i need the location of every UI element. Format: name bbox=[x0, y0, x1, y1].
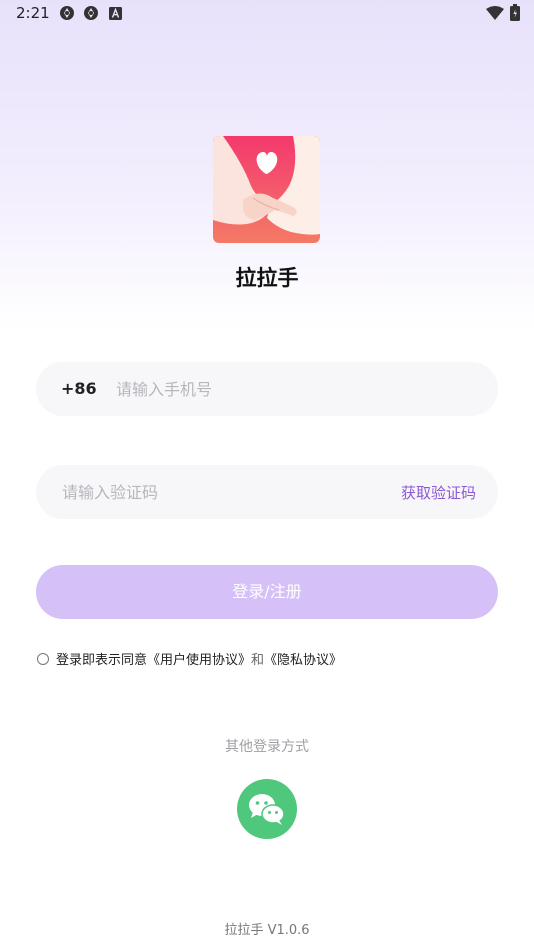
holding-hands-heart-icon bbox=[213, 136, 320, 243]
get-code-button[interactable]: 获取验证码 bbox=[401, 482, 476, 503]
wifi-icon bbox=[486, 5, 504, 20]
user-agreement-link[interactable]: 《用户使用协议》 bbox=[147, 649, 251, 668]
wechat-icon bbox=[249, 794, 285, 825]
other-login-label: 其他登录方式 bbox=[225, 739, 309, 755]
phone-field: +86 bbox=[36, 362, 498, 416]
app-logo bbox=[213, 136, 320, 243]
phone-input[interactable] bbox=[116, 362, 476, 416]
agreement-row: 登录即表示同意 《用户使用协议》 和 《隐私协议》 bbox=[37, 649, 342, 668]
sync-icon bbox=[84, 6, 98, 20]
verification-code-input[interactable] bbox=[62, 465, 382, 519]
agreement-checkbox[interactable] bbox=[37, 652, 49, 665]
code-field: 获取验证码 bbox=[36, 465, 498, 519]
login-register-button[interactable]: 登录/注册 bbox=[36, 565, 498, 619]
app-version: 拉拉手 V1.0.6 bbox=[224, 923, 310, 938]
agreement-connector: 和 bbox=[251, 653, 265, 668]
country-code[interactable]: +86 bbox=[61, 379, 97, 398]
privacy-agreement-link[interactable]: 《隐私协议》 bbox=[264, 649, 342, 668]
battery-icon bbox=[510, 4, 520, 21]
wechat-login-button[interactable] bbox=[237, 779, 297, 839]
status-time: 2:21 bbox=[16, 4, 50, 22]
font-a-icon bbox=[109, 7, 122, 20]
sync-icon bbox=[60, 6, 74, 20]
app-name: 拉拉手 bbox=[235, 266, 299, 290]
status-bar: 2:21 bbox=[0, 0, 534, 28]
agreement-prefix: 登录即表示同意 bbox=[56, 653, 148, 668]
